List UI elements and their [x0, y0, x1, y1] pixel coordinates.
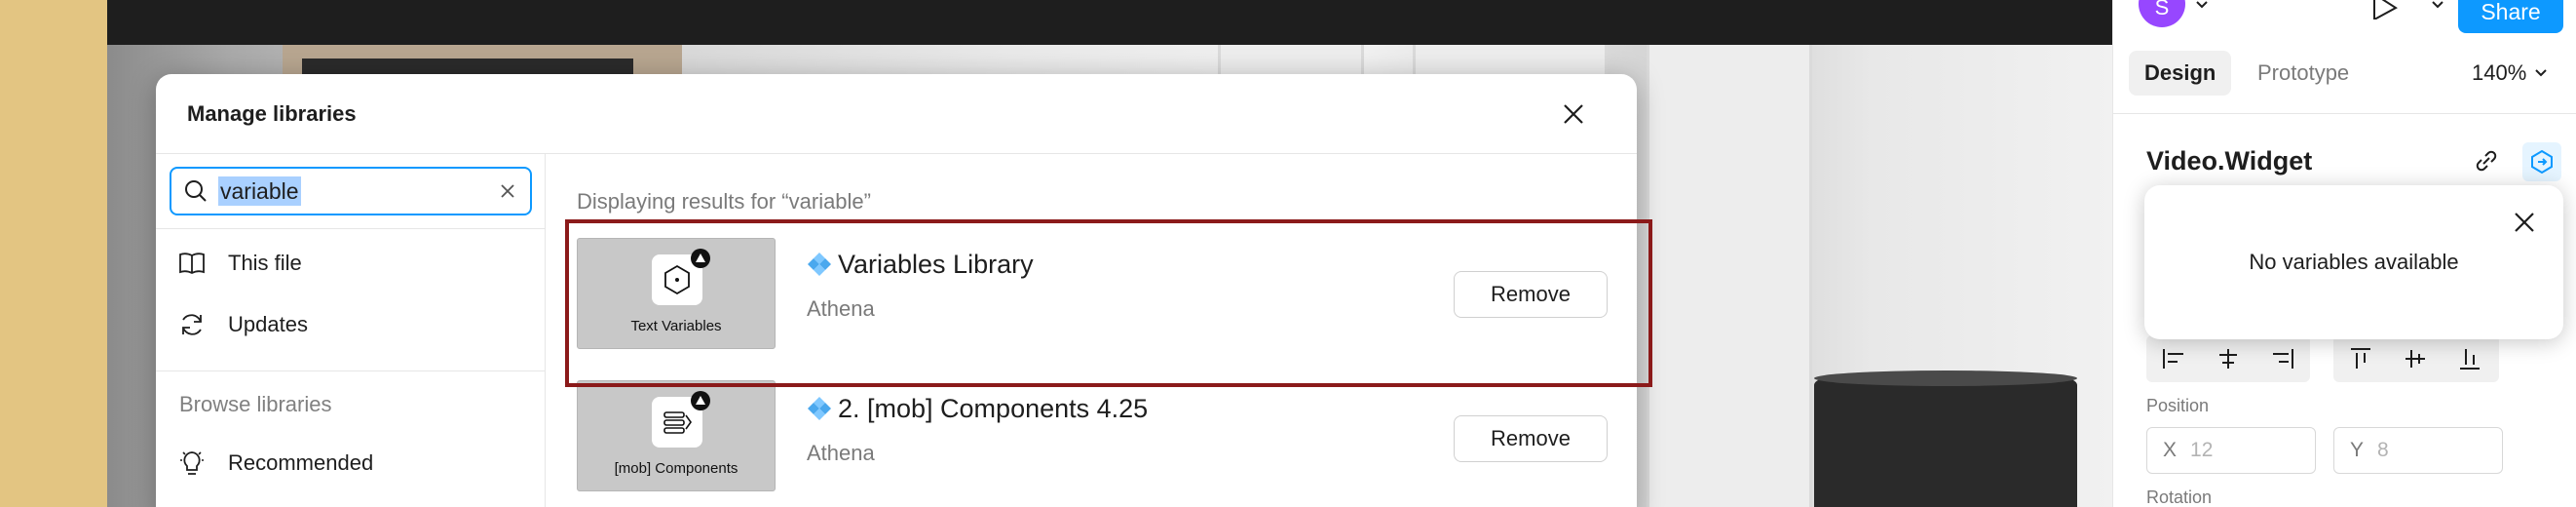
close-button[interactable] [1557, 98, 1590, 131]
chevron-down-icon [2535, 69, 2547, 77]
thumbnail-label: [mob] Components [614, 460, 739, 477]
clear-search-icon[interactable] [497, 180, 518, 202]
dialog-title: Manage libraries [187, 101, 357, 126]
no-variables-message: No variables available [2249, 250, 2459, 274]
align-middle-icon [2406, 350, 2425, 368]
component-library-icon [808, 253, 831, 276]
library-name: 2. [mob] Components 4.25 [838, 394, 1149, 423]
close-icon[interactable] [2511, 209, 2538, 236]
x-position-value: 12 [2190, 439, 2214, 461]
sidebar-item-label: Updates [228, 312, 308, 336]
component-library-icon [808, 397, 831, 420]
thumbnail-label: Text Variables [630, 318, 722, 334]
panel-divider [2113, 113, 2576, 114]
remove-library-button[interactable]: Remove [1454, 271, 1608, 318]
y-position-field[interactable]: Y 8 [2333, 427, 2503, 474]
variable-icon [2531, 149, 2553, 175]
canvas-image-speaker [1814, 375, 2077, 507]
align-center-icon [2219, 349, 2237, 369]
library-org: Athena [807, 441, 875, 465]
components-stack-icon [663, 411, 692, 434]
sidebar-divider [156, 228, 546, 229]
y-position-value: 8 [2377, 439, 2389, 461]
position-label: Position [2146, 396, 2210, 415]
align-left-icon [2163, 349, 2183, 369]
book-icon [179, 253, 205, 275]
search-query-text[interactable]: variable [218, 176, 301, 206]
y-axis-label: Y [2350, 439, 2365, 461]
apply-variable-button[interactable] [2522, 142, 2561, 181]
library-thumbnail: [mob] Components [577, 380, 776, 491]
align-right-button[interactable] [2255, 335, 2310, 382]
sidebar-item-recommended[interactable]: Recommended [177, 448, 373, 478]
share-button[interactable]: Share [2458, 0, 2563, 33]
sidebar-divider [156, 370, 546, 371]
align-bottom-icon [2460, 349, 2480, 370]
zoom-dropdown[interactable]: 140% [2472, 60, 2548, 86]
canvas-image-speaker-top [1814, 370, 2077, 386]
canvas-top-bar [107, 0, 2112, 45]
results-caption: Displaying results for “variable” [577, 189, 871, 214]
tab-design[interactable]: Design [2129, 51, 2232, 96]
chevron-down-icon[interactable] [2431, 0, 2444, 10]
library-row[interactable]: Text Variables Variables Library Athena … [546, 224, 1637, 363]
hexagon-variable-icon [664, 264, 690, 295]
align-center-button[interactable] [2201, 335, 2255, 382]
sidebar-item-label: This file [228, 251, 302, 275]
close-icon [1564, 104, 1583, 124]
libraries-sidebar: variable This file Updates Browse librar… [156, 154, 546, 507]
library-name: Variables Library [838, 250, 1034, 279]
library-row[interactable]: [mob] Components 2. [mob] Components 4.2… [546, 369, 1637, 507]
browse-libraries-heading: Browse libraries [179, 392, 332, 416]
library-org: Athena [807, 296, 875, 321]
align-right-icon [2273, 349, 2293, 369]
component-name: Video.Widget [2146, 146, 2313, 176]
library-results: Displaying results for “variable” Text V… [546, 154, 1637, 507]
library-thumbnail: Text Variables [577, 238, 776, 349]
remove-library-button[interactable]: Remove [1454, 415, 1608, 462]
lightbulb-icon [180, 451, 204, 475]
properties-panel: S Share Design Prototype 140% Video.Widg… [2112, 0, 2576, 507]
zoom-level: 140% [2472, 60, 2527, 85]
align-left-button[interactable] [2146, 335, 2201, 382]
canvas-edge-strip [0, 0, 107, 507]
team-badge-icon [691, 391, 710, 410]
avatar[interactable]: S [2139, 0, 2185, 27]
dialog-header: Manage libraries [156, 74, 1637, 154]
align-top-button[interactable] [2333, 335, 2388, 382]
align-top-icon [2351, 348, 2370, 369]
horizontal-align-group [2146, 335, 2310, 382]
team-badge-icon [691, 249, 710, 268]
search-icon [185, 180, 207, 202]
play-icon[interactable] [2367, 0, 2402, 20]
x-axis-label: X [2163, 439, 2178, 461]
variables-popover: No variables available [2144, 185, 2563, 339]
chevron-down-icon[interactable] [2195, 0, 2209, 10]
x-position-field[interactable]: X 12 [2146, 427, 2316, 474]
canvas-image-panel [1647, 45, 1812, 507]
align-middle-button[interactable] [2388, 335, 2443, 382]
link-icon[interactable] [2472, 146, 2501, 176]
align-bottom-button[interactable] [2443, 335, 2497, 382]
rotation-label: Rotation [2146, 488, 2213, 507]
refresh-icon [182, 314, 202, 335]
sidebar-item-label: Recommended [228, 450, 374, 475]
vertical-align-group [2333, 335, 2499, 382]
library-search-input[interactable]: variable [170, 167, 532, 215]
manage-libraries-dialog: Manage libraries variable This file Upda… [156, 74, 1637, 507]
sidebar-item-this-file[interactable]: This file [177, 249, 302, 278]
sidebar-item-updates[interactable]: Updates [177, 310, 308, 339]
tab-prototype[interactable]: Prototype [2242, 51, 2365, 96]
